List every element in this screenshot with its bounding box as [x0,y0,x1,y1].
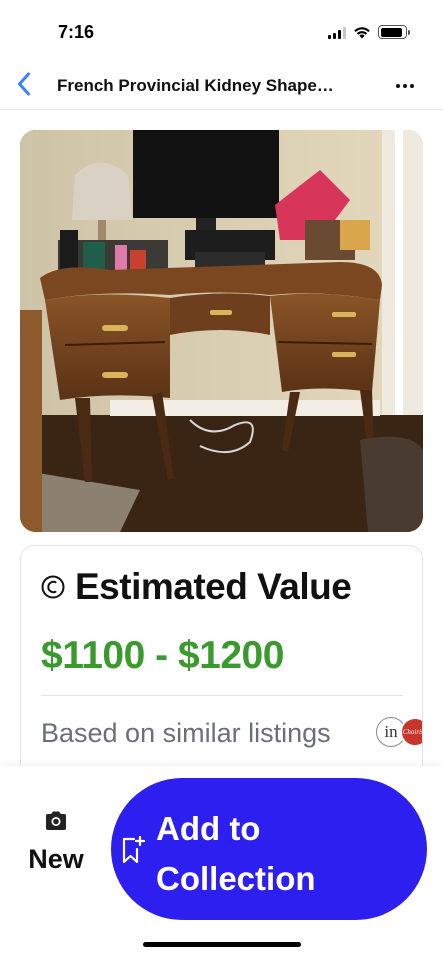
page-title: French Provincial Kidney Shape… [57,76,334,95]
value-heading: Estimated Value [41,566,352,608]
battery-icon [378,25,410,39]
status-icons [328,25,410,39]
desk-photo-illustration [20,130,423,532]
coin-icon [41,575,65,599]
ellipsis-icon [396,84,400,88]
camera-icon [46,811,66,830]
cellular-signal-icon [328,26,346,39]
bottom-action-bar: New Add to Collection [0,766,443,960]
more-options-button[interactable] [391,74,419,98]
back-button[interactable] [8,66,40,102]
source-logos[interactable]: in Chairish 1 [376,717,422,747]
chevron-left-icon [18,72,30,96]
add-to-collection-button[interactable]: Add to Collection [111,778,427,920]
estimated-value-title: Estimated Value [75,566,352,607]
status-bar: 7:16 [0,0,443,62]
new-button[interactable]: New [16,810,96,890]
estimated-value-card: Estimated Value $1100 - $1200 Based on s… [20,545,423,785]
bookmark-add-icon [122,835,145,864]
nav-bar: French Provincial Kidney Shape… [0,62,443,110]
source-logo-2: Chairish [400,717,422,747]
divider [41,695,403,696]
value-source-text: Based on similar listings [41,718,331,748]
new-label: New [28,844,84,874]
add-to-collection-label: Add to Collection [156,810,316,897]
product-photo[interactable] [20,130,423,532]
status-time: 7:16 [58,22,95,42]
wifi-icon [354,26,370,38]
estimated-value-range: $1100 - $1200 [41,634,284,677]
home-indicator[interactable] [143,942,301,947]
